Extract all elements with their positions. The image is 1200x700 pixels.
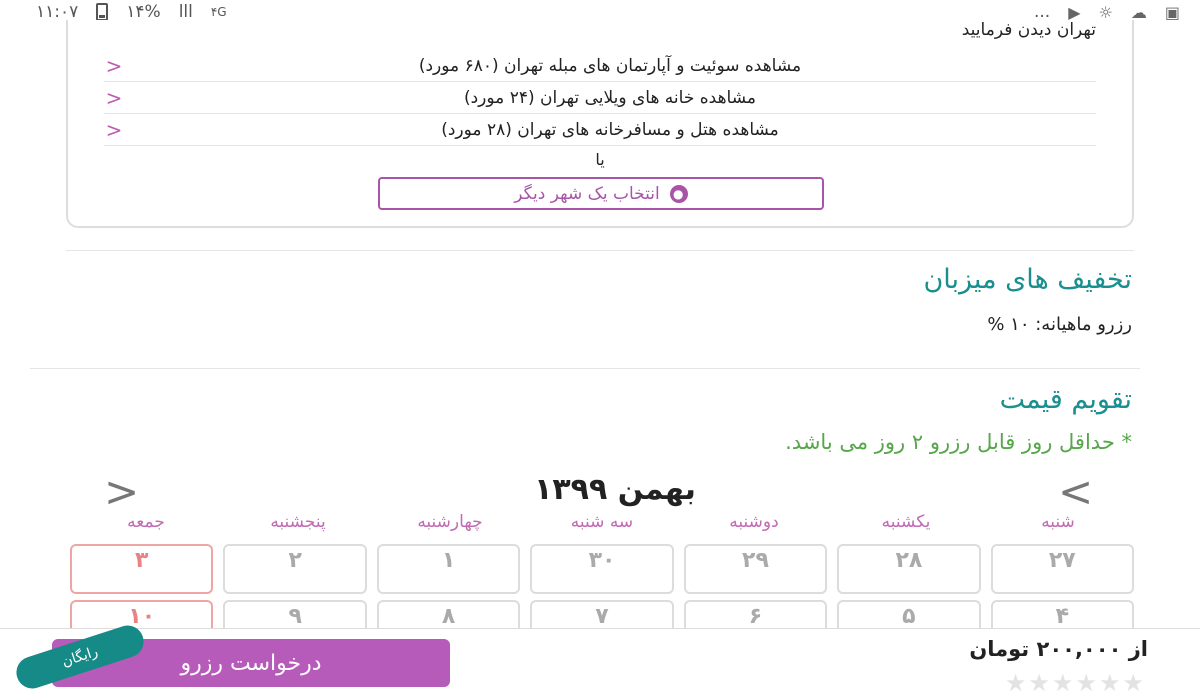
link-villas[interactable]: مشاهده خانه های ویلایی تهران (۲۴ مورد) < [104,82,1096,114]
star-icon: ★ [1098,669,1121,697]
network-type: ۴G [210,5,227,19]
weekday-header: شنبه یکشنبه دوشنبه سه شنبه چهارشنبه پنجش… [70,512,1134,536]
city-links-card: تهران دیدن فرمایید مشاهده سوئیت و آپارتم… [66,20,1134,228]
link-apartments[interactable]: مشاهده سوئیت و آپارتمان های مبله تهران (… [104,50,1096,82]
link-label: مشاهده هتل و مسافرخانه های تهران (۲۸ مور… [441,119,779,140]
calendar-day[interactable]: ۱ [376,544,521,594]
calendar-title: تقویم قیمت [999,384,1132,415]
weekday-label: شنبه [1041,512,1075,532]
play-icon: ▶ [1068,2,1081,22]
signal-icon: ااا [178,2,193,22]
battery-icon [96,3,109,21]
image-icon: ▣ [1164,2,1180,22]
free-badge-label: رایگان [60,643,100,671]
calendar-day-friday[interactable]: ۳ [70,544,214,594]
rating-stars: ★ ★ ★ ★ ★ ★ [1005,669,1144,697]
clock: ۱۱:۰۷ [36,2,79,22]
weekday-label: دوشنبه [729,512,779,532]
calendar-day[interactable]: ۲ [223,544,367,594]
card-heading: تهران دیدن فرمایید [961,20,1096,40]
calendar-day[interactable]: ۲۷ [990,544,1134,594]
calendar-day[interactable]: ۲۹ [683,544,828,594]
location-icon: ● [669,184,688,203]
discounts-title: تخفیف های میزبان [923,264,1132,295]
notification-dots: ... [1034,2,1051,22]
divider [30,368,1140,369]
link-label: مشاهده خانه های ویلایی تهران (۲۴ مورد) [463,87,756,108]
link-label: مشاهده سوئیت و آپارتمان های مبله تهران (… [418,55,802,76]
star-icon: ★ [1051,669,1074,697]
monthly-discount: رزرو ماهیانه: ۱۰ % [987,314,1132,335]
or-label: یا [595,150,605,169]
calendar-month: بهمن ۱۳۹۹ [534,472,696,507]
battery-percent: ۱۴% [126,2,161,22]
reserve-label: درخواست رزرو [180,650,322,676]
choose-city-label: انتخاب یک شهر دیگر [514,183,660,204]
weekday-label: یکشنبه [881,512,931,532]
star-icon: ★ [1004,669,1027,697]
divider [66,250,1134,251]
chevron-left-icon: < [105,117,123,142]
star-icon: ★ [1075,669,1097,697]
weekday-label: پنجشنبه [270,512,326,532]
calendar-day[interactable]: ۳۰ [530,544,674,594]
price-label: از ۲۰۰,۰۰۰ تومان [969,637,1148,661]
weekday-label: چهارشنبه [417,512,483,532]
brightness-icon: ☼ [1098,2,1113,22]
star-icon: ★ [1122,669,1144,697]
booking-bar: از ۲۰۰,۰۰۰ تومان ★ ★ ★ ★ ★ ★ درخواست رزر… [0,621,1200,700]
weekday-label: سه شنبه [570,512,634,532]
calendar-day[interactable]: ۲۸ [837,544,981,594]
choose-city-button[interactable]: ● انتخاب یک شهر دیگر [378,177,824,210]
next-month-button[interactable]: > [104,470,139,514]
chevron-left-icon: < [105,85,123,110]
link-hotels[interactable]: مشاهده هتل و مسافرخانه های تهران (۲۸ مور… [104,114,1096,146]
weekday-label: جمعه [127,512,165,532]
cloud-icon: ☁ [1130,2,1147,22]
min-stay-note: * حداقل روز قابل رزرو ۲ روز می باشد. [785,430,1132,454]
chevron-left-icon: < [105,53,123,78]
prev-month-button[interactable]: < [1058,470,1093,514]
star-icon: ★ [1028,669,1050,697]
